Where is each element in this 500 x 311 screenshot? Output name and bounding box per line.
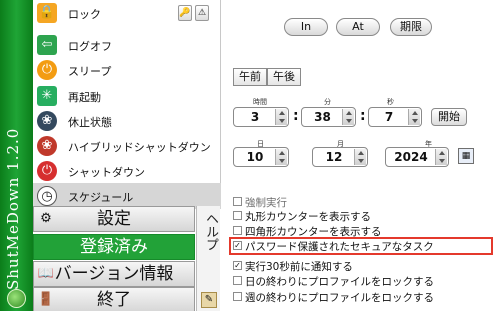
option-label: 実行30秒前に通知する xyxy=(245,261,353,273)
hour-stepper[interactable]: 3 xyxy=(233,107,289,127)
second-value: 7 xyxy=(384,110,394,124)
calendar-icon[interactable]: ▦ xyxy=(458,148,474,164)
minute-value: 38 xyxy=(314,110,331,124)
year-spin-arrows[interactable] xyxy=(435,149,447,165)
minute-spin-arrows[interactable] xyxy=(342,109,354,125)
checkbox[interactable] xyxy=(233,276,242,285)
option-label: パスワード保護されたセキュアなタスク xyxy=(245,241,434,253)
day-spin-arrows[interactable] xyxy=(275,149,287,165)
checkbox[interactable] xyxy=(233,211,242,220)
month-value: 12 xyxy=(325,150,343,164)
exit-door-icon: 🚪 xyxy=(37,292,55,307)
year-stepper[interactable]: 2024 xyxy=(385,147,449,167)
warning-icon[interactable]: ⚠ xyxy=(195,5,209,21)
hibernate-icon: ❀ xyxy=(37,111,57,131)
brand-strip: ShutMeDown 1.2.0 xyxy=(0,0,33,311)
mode-in-button[interactable]: In xyxy=(284,18,328,36)
book-icon: 📖 xyxy=(37,266,55,281)
command-label: ハイブリッドシャットダウン xyxy=(68,141,211,154)
command-logoff[interactable]: ⇦ ログオフ xyxy=(33,32,221,58)
command-lock[interactable]: 🔒 ロック 🔑 ⚠ xyxy=(33,0,221,26)
key-icon[interactable]: 🔑 xyxy=(178,5,192,21)
option-label: 丸形カウンターを表示する xyxy=(245,211,371,223)
registered-button[interactable]: 登録済み xyxy=(33,234,195,260)
second-stepper[interactable]: 7 xyxy=(368,107,422,127)
minute-stepper[interactable]: 38 xyxy=(301,107,356,127)
checkbox[interactable] xyxy=(233,197,242,206)
command-restart[interactable]: ✳ 再起動 xyxy=(33,83,221,109)
mode-at-button[interactable]: At xyxy=(336,18,380,36)
hour-label: 時間 xyxy=(253,98,267,106)
version-info-label: バージョン情報 xyxy=(54,264,174,284)
registered-label: 登録済み xyxy=(80,237,148,257)
logoff-icon: ⇦ xyxy=(37,35,57,55)
settings-label: 設定 xyxy=(97,209,131,229)
schedule-panel: In At 期限 午前 午後 時間 分 秒 3 : 38 : 7 開始 日 月 … xyxy=(221,0,500,311)
checkbox-checked[interactable]: ✓ xyxy=(233,261,242,270)
hour-value: 3 xyxy=(250,110,260,124)
shutdown-icon: ⏻ xyxy=(37,161,57,181)
command-label: ログオフ xyxy=(68,40,112,53)
command-label: 休止状態 xyxy=(68,116,112,129)
day-value: 10 xyxy=(246,150,264,164)
help-panel[interactable]: ヘルプ ✎ xyxy=(196,206,220,311)
command-sleep[interactable]: ⏻ スリープ xyxy=(33,57,221,83)
year-value: 2024 xyxy=(394,150,428,164)
command-list: 🔒 ロック 🔑 ⚠ ⇦ ログオフ ⏻ スリープ ✳ 再起動 ❀ 休止状態 ❀ ハ… xyxy=(33,0,221,209)
app-title: ShutMeDown 1.2.0 xyxy=(4,127,22,290)
option-label: 強制実行 xyxy=(245,197,287,209)
month-stepper[interactable]: 12 xyxy=(312,147,368,167)
second-label: 秒 xyxy=(387,98,394,106)
restart-icon: ✳ xyxy=(37,86,57,106)
command-label: 再起動 xyxy=(68,91,101,104)
version-info-button[interactable]: 📖 バージョン情報 xyxy=(33,261,195,287)
help-icon[interactable]: ✎ xyxy=(201,292,217,308)
command-label: シャットダウン xyxy=(68,166,145,179)
option-label: 日の終わりにプロファイルをロックする xyxy=(245,276,434,288)
start-button[interactable]: 開始 xyxy=(431,108,467,126)
command-label: スケジュール xyxy=(68,191,134,204)
lock-icon: 🔒 xyxy=(37,3,57,23)
settings-button[interactable]: ⚙ 設定 xyxy=(33,206,195,232)
minute-label: 分 xyxy=(324,98,331,106)
checkbox[interactable] xyxy=(233,292,242,301)
app-logo-icon xyxy=(7,289,26,308)
command-shutdown[interactable]: ⏻ シャットダウン xyxy=(33,158,221,184)
exit-label: 終了 xyxy=(97,290,131,310)
option-label: 週の終わりにプロファイルをロックする xyxy=(245,292,434,304)
time-separator: : xyxy=(360,108,366,124)
second-spin-arrows[interactable] xyxy=(408,109,420,125)
gear-icon: ⚙ xyxy=(40,211,52,226)
pm-button[interactable]: 午後 xyxy=(267,68,301,86)
checkbox[interactable] xyxy=(233,226,242,235)
help-label: ヘルプ xyxy=(203,212,218,251)
hour-spin-arrows[interactable] xyxy=(275,109,287,125)
command-hybrid-shutdown[interactable]: ❀ ハイブリッドシャットダウン xyxy=(33,133,221,159)
day-stepper[interactable]: 10 xyxy=(233,147,289,167)
month-spin-arrows[interactable] xyxy=(354,149,366,165)
am-button[interactable]: 午前 xyxy=(233,68,267,86)
checkbox-checked[interactable]: ✓ xyxy=(233,241,242,250)
time-separator: : xyxy=(293,108,299,124)
mode-deadline-button[interactable]: 期限 xyxy=(390,18,432,36)
exit-button[interactable]: 🚪 終了 xyxy=(33,287,195,311)
clock-icon: ◷ xyxy=(37,186,57,206)
sleep-icon: ⏻ xyxy=(37,60,57,80)
command-label: スリープ xyxy=(68,65,112,78)
command-hibernate[interactable]: ❀ 休止状態 xyxy=(33,108,221,134)
hybrid-shutdown-icon: ❀ xyxy=(37,136,57,156)
